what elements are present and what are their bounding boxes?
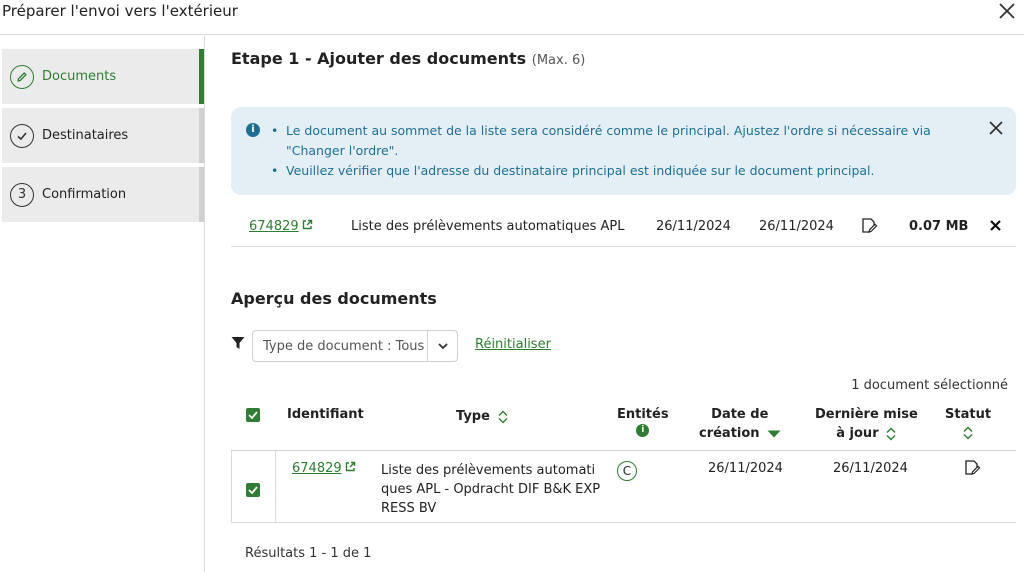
column-label: Statut [945,407,992,422]
document-name: Liste des prélèvements automatiques APL [351,219,625,234]
row-type: Liste des prélèvements automati ques APL… [381,461,600,518]
step-label: Confirmation [42,187,127,202]
column-type[interactable]: Type [456,407,509,426]
row-date-update: 26/11/2024 [833,461,908,476]
table-row[interactable]: 674829 Liste des prélèvements automati q… [231,451,1016,523]
select-all-checkbox[interactable] [246,408,260,422]
column-label: Dernière mise [815,407,918,422]
info-banner: i Le document au sommet de la liste sera… [231,107,1016,195]
sort-desc-icon[interactable] [767,430,781,438]
close-icon[interactable] [998,2,1016,20]
row-id-link[interactable]: 674829 [292,461,356,476]
step-destinataires[interactable]: Destinataires [2,108,204,163]
close-info-button[interactable] [988,117,1004,142]
row-date-creation: 26/11/2024 [708,461,783,476]
column-label-line: création [699,424,781,443]
column-label: création [699,426,760,441]
edit-document-icon[interactable] [963,459,981,481]
step-label: Destinataires [42,128,129,143]
reset-filters-link[interactable]: Réinitialiser [475,337,551,352]
document-id-link[interactable]: 674829 [249,219,313,234]
info-icon: i [246,123,260,137]
added-document-row: 674829 Liste des prélèvements automatiqu… [231,207,1016,247]
row-divider [275,451,276,522]
info-item: Le document au sommet de la liste sera c… [271,121,961,161]
column-entites: Entités i [617,405,669,437]
document-date: 26/11/2024 [759,219,834,234]
document-size: 0.07 MB [909,219,969,234]
filter-icon [231,336,245,354]
external-link-icon[interactable] [302,219,313,233]
column-label: à jour [836,426,879,441]
external-link-icon[interactable] [345,461,356,475]
step-indicator [199,167,204,222]
chevron-down-icon[interactable] [427,331,457,361]
row-type-line: ques APL - Opdracht DIF B&K EXP [381,482,601,497]
selected-count: 1 document sélectionné [851,378,1008,393]
pencil-icon [10,64,34,89]
column-identifiant: Identifiant [287,407,364,422]
document-type-select[interactable]: Type de document : Tous [252,330,458,362]
remove-icon[interactable] [990,220,1001,231]
document-date: 26/11/2024 [656,219,731,234]
sort-icon[interactable] [962,426,974,440]
edit-document-icon[interactable] [860,217,878,239]
info-list: Le document au sommet de la liste sera c… [271,121,961,181]
dialog-header: Préparer l'envoi vers l'extérieur [0,0,1024,35]
step-confirmation[interactable]: 3 Confirmation [2,167,204,222]
column-derniere-mise-a-jour[interactable]: Dernière mise à jour [815,405,918,443]
row-type-line: Liste des prélèvements automati [381,463,596,478]
steps-sidebar: Documents Destinataires 3 Confirmation [0,36,205,572]
results-summary: Résultats 1 - 1 de 1 [245,546,372,561]
step-label: Documents [42,69,117,84]
entity-badge[interactable]: C [617,461,637,481]
column-date-creation[interactable]: Date de création [699,405,781,443]
check-icon [10,123,34,148]
step-indicator [199,108,204,163]
dialog-title: Préparer l'envoi vers l'extérieur [2,2,238,20]
close-icon[interactable] [988,120,1004,136]
close-dialog-button[interactable] [998,0,1016,26]
info-item: Veuillez vérifier que l'adresse du desti… [271,161,961,181]
column-statut[interactable]: Statut [945,405,991,440]
column-label: Date de [711,407,769,422]
step-documents[interactable]: Documents [2,49,204,104]
document-id[interactable]: 674829 [292,461,342,476]
info-icon[interactable]: i [636,424,650,437]
column-label: Entités [617,407,669,422]
document-id[interactable]: 674829 [249,219,299,234]
active-indicator [199,49,204,104]
step-number: 3 [10,182,34,207]
sort-icon[interactable] [497,410,509,424]
step-title: Etape 1 - Ajouter des documents (Max. 6) [231,49,585,68]
row-type-line: RESS BV [381,501,437,516]
sort-icon[interactable] [885,427,897,441]
step-title-text: Etape 1 - Ajouter des documents [231,49,527,68]
column-label-line: à jour [815,424,918,443]
row-checkbox[interactable] [246,483,260,497]
max-hint: (Max. 6) [531,53,586,68]
remove-document-button[interactable] [990,220,1001,235]
preview-title: Aperçu des documents [231,289,437,308]
select-value: Type de document : Tous [263,339,425,354]
column-label: Type [456,409,490,424]
